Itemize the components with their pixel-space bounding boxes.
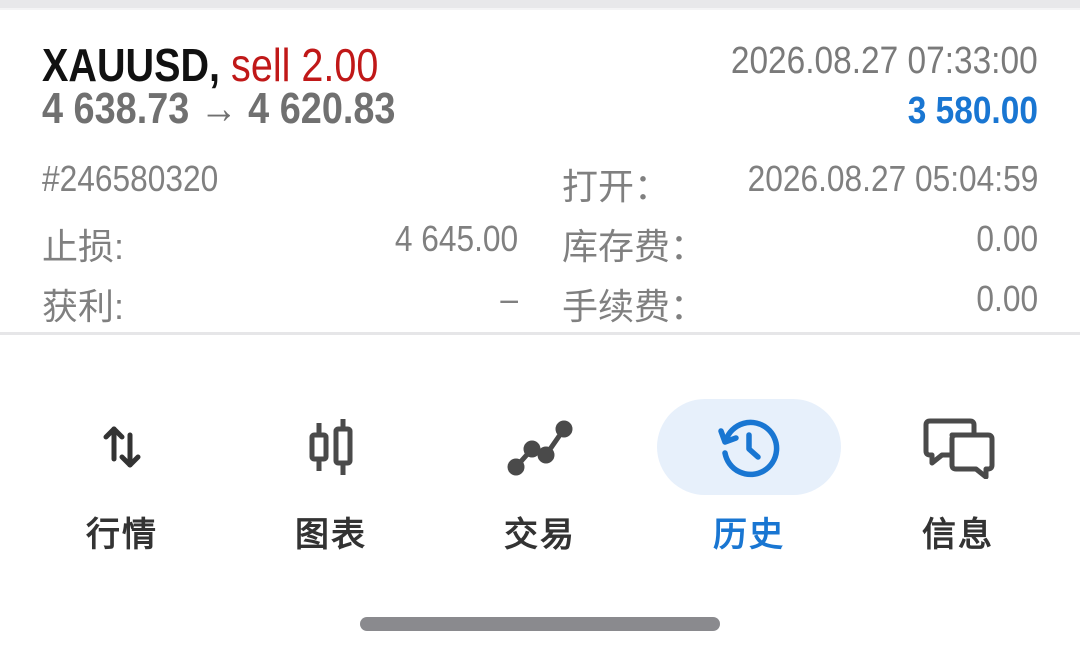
swap-label: 库存费：: [562, 226, 707, 267]
stop-loss-label: 止损:: [42, 226, 125, 267]
trade-history-item[interactable]: XAUUSD, sell 2.00 4 638.73 → 4 620.83 20…: [0, 10, 1080, 332]
take-profit-value: –: [500, 278, 518, 319]
open-label: 打开：: [562, 166, 671, 207]
ticket-number: #246580320: [42, 158, 219, 199]
tab-messages-label: 信息: [922, 516, 994, 554]
close-time: 2026.08.27 07:33:00: [731, 40, 1038, 82]
history-icon: [709, 415, 789, 479]
commission-label: 手续费：: [562, 286, 707, 327]
tab-trade[interactable]: 交易: [445, 395, 635, 565]
take-profit-label: 获利:: [42, 286, 125, 327]
tab-charts-label: 图表: [295, 516, 367, 554]
tab-messages[interactable]: 信息: [863, 395, 1053, 565]
close-price: 4 620.83: [248, 84, 396, 133]
top-divider: [0, 0, 1080, 8]
trade-prices: 4 638.73 → 4 620.83: [42, 84, 395, 134]
home-indicator[interactable]: [360, 617, 720, 631]
trade-line-icon: [500, 415, 580, 479]
open-price: 4 638.73: [42, 84, 190, 133]
trade-profit: 3 580.00: [907, 90, 1038, 132]
stop-loss-value: 4 645.00: [394, 218, 518, 259]
swap-value: 0.00: [976, 218, 1038, 259]
candlestick-icon: [291, 415, 371, 479]
messages-icon: [918, 415, 998, 480]
commission-value: 0.00: [976, 278, 1038, 319]
tab-quotes-label: 行情: [86, 516, 158, 554]
arrow-right-icon: →: [199, 84, 238, 133]
quotes-arrows-icon: [82, 415, 162, 479]
open-time: 2026.08.27 05:04:59: [747, 158, 1038, 199]
tab-trade-label: 交易: [504, 516, 576, 554]
tab-history-label: 历史: [713, 516, 785, 554]
tab-quotes[interactable]: 行情: [27, 395, 217, 565]
tab-charts[interactable]: 图表: [236, 395, 426, 565]
bottom-navigation: 行情 图表 交易 历史 信息: [0, 395, 1080, 565]
tab-history[interactable]: 历史: [654, 395, 844, 565]
section-divider: [0, 332, 1080, 335]
